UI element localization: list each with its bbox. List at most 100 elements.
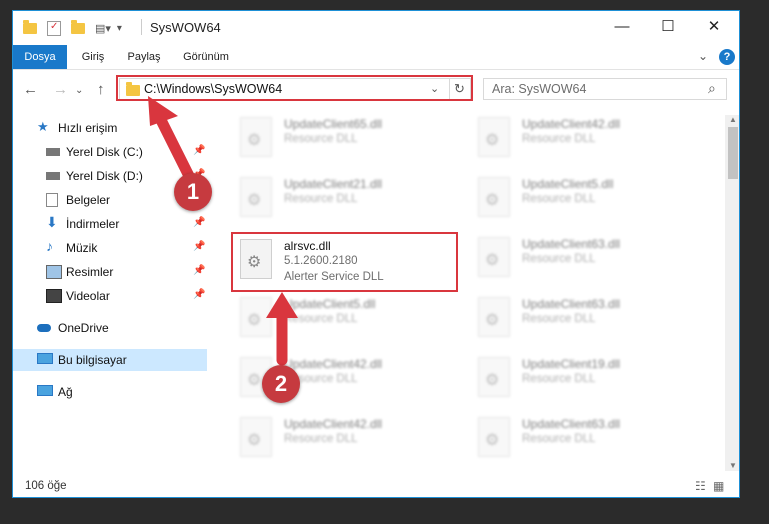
file-name: UpdateClient42.dll [284, 417, 383, 431]
search-icon[interactable]: ⌕ [708, 80, 716, 97]
dll-file-icon [240, 177, 272, 217]
large-icons-view-icon[interactable]: ▦ [713, 479, 724, 493]
back-button[interactable]: ← [23, 81, 38, 98]
dll-file-icon [478, 417, 510, 457]
file-tile[interactable]: UpdateClient63.dll Resource DLL [474, 233, 699, 283]
scroll-up-icon[interactable]: ▲ [729, 115, 737, 124]
drive-icon [46, 172, 60, 180]
sidebar-item-this-pc[interactable]: Bu bilgisayar [13, 349, 207, 371]
sidebar-item-label: İndirmeler [66, 217, 120, 231]
dll-file-icon [478, 357, 510, 397]
sidebar-item-disk-c[interactable]: Yerel Disk (C:) 📌 [13, 141, 207, 163]
scroll-down-icon[interactable]: ▼ [729, 461, 737, 470]
file-type: Resource DLL [284, 433, 358, 445]
tab-paylas[interactable]: Paylaş [119, 45, 169, 69]
sidebar-item-network[interactable]: Ağ [13, 381, 207, 403]
recent-locations-button[interactable]: ⌄ [75, 85, 83, 96]
dll-file-icon [478, 177, 510, 217]
music-icon: ♪ [46, 238, 53, 254]
sidebar-item-label: Bu bilgisayar [58, 353, 127, 367]
sidebar-item-videos[interactable]: Videolar 📌 [13, 285, 207, 307]
pin-icon[interactable]: 📌 [193, 289, 205, 300]
sidebar-item-label: Müzik [66, 241, 98, 255]
vertical-scrollbar[interactable]: ▲ ▼ [725, 115, 739, 471]
file-tile[interactable]: UpdateClient5.dll Resource DLL [236, 293, 461, 343]
file-type: Resource DLL [522, 253, 596, 265]
file-tile[interactable]: UpdateClient19.dll Resource DLL [474, 353, 699, 403]
title-divider [141, 19, 142, 35]
pin-icon[interactable]: 📌 [193, 217, 205, 228]
file-name: UpdateClient19.dll [522, 357, 621, 371]
forward-button[interactable]: → [53, 81, 68, 98]
new-folder-icon[interactable] [71, 19, 85, 34]
documents-icon [46, 193, 58, 207]
status-bar: 106 öğe ☷ ▦ [13, 477, 739, 497]
up-button[interactable]: ↑ [97, 81, 105, 98]
file-type: Resource DLL [284, 313, 358, 325]
onedrive-icon [37, 324, 51, 332]
file-tile[interactable]: UpdateClient5.dll Resource DLL [474, 173, 699, 223]
dll-file-icon [240, 417, 272, 457]
file-tile[interactable]: UpdateClient42.dll Resource DLL [236, 413, 461, 463]
pin-icon[interactable]: 📌 [193, 265, 205, 276]
file-name: UpdateClient63.dll [522, 237, 621, 251]
drive-icon [46, 148, 60, 156]
toolbar-dropdown-icon[interactable]: ▾ [117, 23, 122, 34]
file-name: UpdateClient42.dll [522, 117, 621, 131]
window-title: SysWOW64 [150, 20, 221, 35]
scrollbar-thumb[interactable] [728, 127, 738, 179]
pin-icon[interactable]: 📌 [193, 145, 205, 156]
navigation-pane: ★ Hızlı erişim Yerel Disk (C:) 📌 Yerel D… [13, 115, 207, 399]
search-box[interactable]: Ara: SysWOW64 ⌕ [483, 78, 727, 100]
dll-file-icon [478, 237, 510, 277]
search-input[interactable]: Ara: SysWOW64 [492, 82, 586, 96]
file-type: Resource DLL [284, 133, 358, 145]
file-highlight-box [231, 232, 458, 292]
file-tile[interactable]: UpdateClient21.dll Resource DLL [236, 173, 461, 223]
sidebar-item-onedrive[interactable]: OneDrive [13, 317, 207, 339]
tab-dosya[interactable]: Dosya [13, 45, 67, 69]
file-tile[interactable]: UpdateClient63.dll Resource DLL [474, 413, 699, 463]
ribbon: Dosya Giriş Paylaş Görünüm ⌄ ? [13, 45, 739, 70]
properties-icon[interactable]: ✓ [47, 20, 61, 36]
step-2-badge: 2 [262, 365, 300, 403]
customize-toolbar-icon[interactable]: ▤▾ [95, 22, 111, 35]
network-icon [37, 385, 53, 396]
sidebar-item-downloads[interactable]: ⬇ İndirmeler 📌 [13, 213, 207, 235]
details-view-icon[interactable]: ☷ [695, 479, 706, 493]
minimize-button[interactable]: — [599, 11, 645, 41]
pictures-icon [46, 265, 62, 279]
quick-access-toolbar: ✓ ▤▾ ▾ [23, 19, 122, 36]
close-button[interactable]: ✕ [691, 11, 737, 41]
file-name: UpdateClient5.dll [522, 177, 614, 191]
tab-giris[interactable]: Giriş [71, 45, 115, 69]
file-name: UpdateClient63.dll [522, 297, 621, 311]
dll-file-icon [240, 117, 272, 157]
sidebar-item-label: Resimler [66, 265, 114, 279]
file-tile[interactable]: UpdateClient63.dll Resource DLL [474, 293, 699, 343]
dll-file-icon [478, 297, 510, 337]
file-name: UpdateClient65.dll [284, 117, 383, 131]
dll-file-icon [478, 117, 510, 157]
maximize-button[interactable]: ☐ [645, 11, 691, 41]
file-type: Resource DLL [522, 313, 596, 325]
dll-file-icon [240, 297, 272, 337]
pin-icon[interactable]: 📌 [193, 241, 205, 252]
sidebar-item-label: Yerel Disk (D:) [66, 169, 143, 183]
tab-gorunum[interactable]: Görünüm [173, 45, 239, 69]
file-tile[interactable]: UpdateClient42.dll Resource DLL [474, 113, 699, 163]
address-highlight-box [116, 75, 473, 101]
help-icon[interactable]: ? [719, 49, 735, 65]
sidebar-item-quick-access[interactable]: ★ Hızlı erişim [13, 117, 207, 139]
step-1-badge: 1 [174, 173, 212, 211]
sidebar-item-pictures[interactable]: Resimler 📌 [13, 261, 207, 283]
computer-icon [37, 353, 53, 364]
sidebar-item-label: OneDrive [58, 321, 109, 335]
videos-icon [46, 289, 62, 303]
sidebar-item-music[interactable]: ♪ Müzik 📌 [13, 237, 207, 259]
sidebar-item-label: Ağ [58, 385, 73, 399]
file-type: Resource DLL [522, 133, 596, 145]
file-name: UpdateClient42.dll [284, 357, 383, 371]
file-tile[interactable]: UpdateClient65.dll Resource DLL [236, 113, 461, 163]
ribbon-expand-icon[interactable]: ⌄ [698, 49, 708, 63]
